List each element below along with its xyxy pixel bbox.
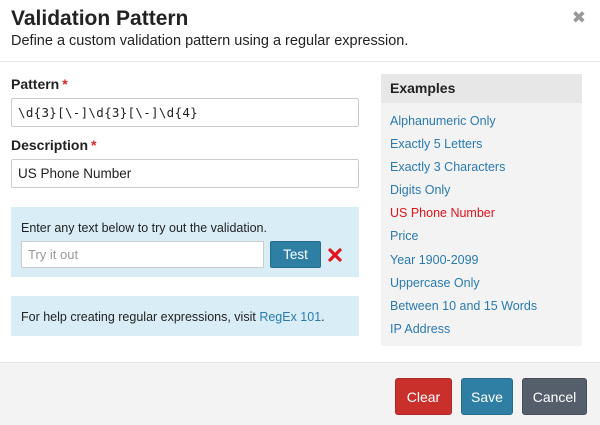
example-item[interactable]: Digits Only — [381, 179, 582, 202]
example-item[interactable]: Price — [381, 225, 582, 248]
clear-button[interactable]: Clear — [395, 378, 452, 415]
example-item[interactable]: Between 10 and 15 Words — [381, 295, 582, 318]
example-item[interactable]: IP Address — [381, 318, 582, 341]
example-item[interactable]: Year 1900-2099 — [381, 249, 582, 272]
help-text: For help creating regular expressions, v… — [21, 310, 325, 324]
description-label: Description * — [11, 137, 96, 153]
pattern-input[interactable] — [11, 98, 359, 127]
examples-title: Examples — [381, 74, 582, 103]
x-mark-icon — [327, 241, 343, 268]
help-text-before: For help creating regular expressions, v… — [21, 310, 260, 324]
try-it-input[interactable] — [21, 241, 264, 268]
validation-pattern-dialog: Validation Pattern Define a custom valid… — [0, 0, 600, 425]
examples-panel: Examples Alphanumeric Only Exactly 5 Lett… — [381, 74, 582, 346]
try-it-instruction: Enter any text below to try out the vali… — [21, 221, 267, 235]
dialog-header: Validation Pattern Define a custom valid… — [0, 0, 600, 62]
help-text-after: . — [321, 310, 325, 324]
example-item[interactable]: Exactly 3 Characters — [381, 156, 582, 179]
test-button[interactable]: Test — [270, 241, 321, 268]
pattern-label: Pattern * — [11, 76, 68, 92]
dialog-footer: Clear Save Cancel — [0, 362, 600, 425]
description-input[interactable] — [11, 159, 359, 188]
example-item[interactable]: Alphanumeric Only — [381, 110, 582, 133]
help-panel: For help creating regular expressions, v… — [11, 296, 359, 336]
close-icon[interactable]: ✖ — [572, 8, 586, 28]
description-label-text: Description — [11, 137, 89, 153]
save-button[interactable]: Save — [461, 378, 513, 415]
dialog-subtitle: Define a custom validation pattern using… — [11, 33, 409, 49]
regex101-link[interactable]: RegEx 101 — [259, 310, 321, 324]
example-item[interactable]: Exactly 5 Letters — [381, 133, 582, 156]
example-item[interactable]: US Phone Number — [381, 202, 582, 225]
cancel-button[interactable]: Cancel — [522, 378, 587, 415]
required-marker: * — [91, 137, 97, 153]
try-it-panel: Enter any text below to try out the vali… — [11, 207, 359, 277]
dialog-title: Validation Pattern — [11, 7, 189, 30]
example-item[interactable]: Uppercase Only — [381, 272, 582, 295]
required-marker: * — [62, 76, 68, 92]
examples-list: Alphanumeric Only Exactly 5 Letters Exactl… — [381, 103, 582, 341]
pattern-label-text: Pattern — [11, 76, 60, 92]
